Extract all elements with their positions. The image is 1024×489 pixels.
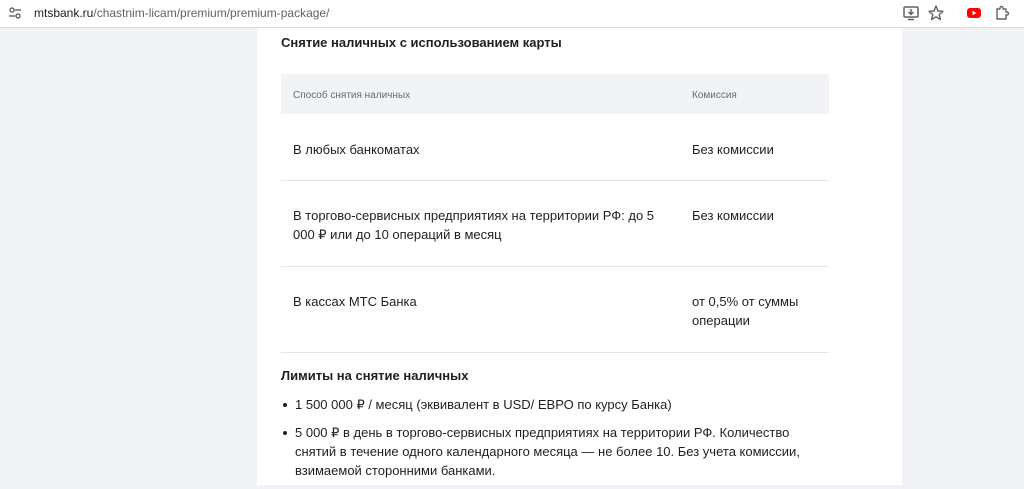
star-icon[interactable] bbox=[927, 4, 945, 22]
url-host: mtsbank.ru bbox=[34, 6, 94, 20]
limits-list: 1 500 000 ₽ / месяц (эквивалент в USD/ Е… bbox=[281, 395, 801, 489]
list-item: 5 000 ₽ в день в торгово-сервисных предп… bbox=[281, 423, 801, 480]
install-icon[interactable] bbox=[902, 4, 920, 22]
header-fee: Комиссия bbox=[692, 90, 737, 101]
row-fee: Без комиссии bbox=[692, 208, 774, 223]
extensions-icon[interactable] bbox=[993, 4, 1011, 22]
table-row: В кассах МТС Банка от 0,5% от суммы опер… bbox=[281, 267, 829, 353]
table-row: В торгово-сервисных предприятиях на терр… bbox=[281, 181, 829, 267]
table-row: В любых банкоматах Без комиссии bbox=[281, 114, 829, 181]
url-path: /chastnim-licam/premium/premium-package/ bbox=[93, 6, 330, 20]
browser-toolbar: mtsbank.ru/chastnim-licam/premium/premiu… bbox=[0, 0, 1024, 28]
youtube-icon[interactable] bbox=[965, 4, 983, 22]
table-header: Способ снятия наличных Комиссия bbox=[281, 74, 829, 114]
address-bar[interactable]: mtsbank.ru/chastnim-licam/premium/premiu… bbox=[34, 6, 329, 20]
row-method: В кассах МТС Банка bbox=[293, 294, 417, 309]
content-card: Снятие наличных с использованием карты С… bbox=[257, 28, 902, 485]
list-item: 1 500 000 ₽ / месяц (эквивалент в USD/ Е… bbox=[281, 395, 801, 414]
section-title-limits: Лимиты на снятие наличных bbox=[281, 368, 469, 383]
row-method: В торгово-сервисных предприятиях на терр… bbox=[293, 208, 655, 242]
row-method: В любых банкоматах bbox=[293, 142, 420, 157]
tune-icon[interactable] bbox=[8, 6, 22, 20]
row-fee: Без комиссии bbox=[692, 142, 774, 157]
section-title-withdrawal: Снятие наличных с использованием карты bbox=[281, 35, 562, 50]
row-fee: от 0,5% от суммы операции bbox=[692, 294, 799, 328]
header-method: Способ снятия наличных bbox=[293, 90, 411, 101]
